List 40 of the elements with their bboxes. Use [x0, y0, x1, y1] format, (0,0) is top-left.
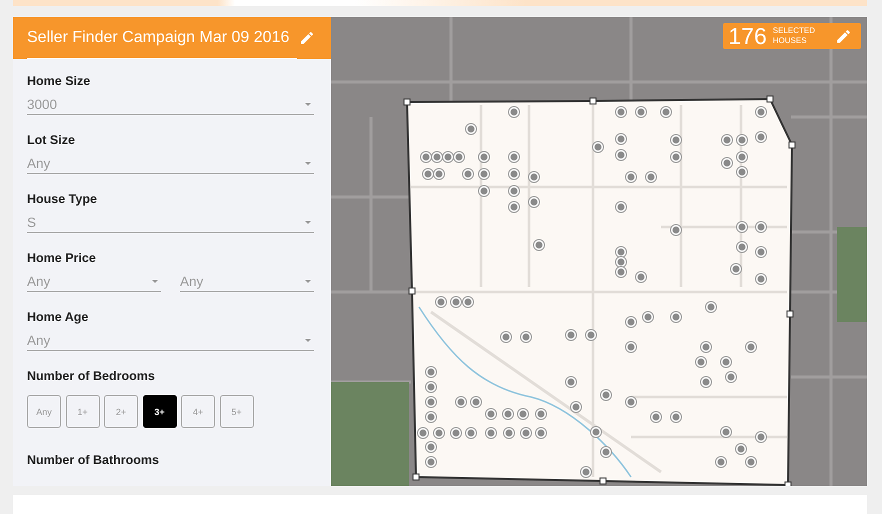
vertex-handle[interactable]	[788, 142, 796, 148]
option-button[interactable]: 4+	[181, 395, 215, 428]
field-label: Home Price	[27, 250, 97, 267]
dropdown-field[interactable]: S	[27, 212, 314, 233]
vertex-handle[interactable]	[412, 474, 420, 480]
option-button[interactable]: Any	[27, 395, 61, 428]
caret-icon	[305, 338, 311, 342]
option-button[interactable]: 5+	[220, 395, 254, 428]
vertex-handle[interactable]	[408, 288, 416, 294]
vertex-handle[interactable]	[786, 310, 794, 318]
dropdown-field[interactable]: 3000	[27, 94, 314, 115]
field-label: Number of Bathrooms	[27, 452, 160, 469]
vertex-handle[interactable]	[784, 482, 792, 486]
pencil-icon[interactable]	[299, 30, 315, 46]
selected-caption: SELECTED HOUSES	[772, 26, 815, 46]
caret-icon	[305, 102, 311, 106]
field-label: Home Size	[27, 73, 92, 90]
field-label: Number of Bedrooms	[27, 368, 156, 385]
dropdown-field[interactable]: Any	[27, 330, 314, 351]
option-button[interactable]: 3+	[142, 395, 176, 428]
vertex-handle[interactable]	[766, 96, 774, 102]
option-button[interactable]: 2+	[104, 395, 138, 428]
field-label: Lot Size	[27, 132, 76, 149]
caret-icon	[152, 280, 158, 282]
vertex-handle[interactable]	[590, 98, 596, 104]
dropdown-field[interactable]: Any	[180, 271, 314, 292]
dropdown-field[interactable]: Any	[27, 271, 161, 292]
field-label: House Type	[27, 191, 98, 208]
title-field[interactable]: Seller Finder Campaign Mar 09 2016	[27, 17, 297, 59]
campaign-title: Seller Finder Campaign Mar 09 2016	[27, 28, 290, 46]
option-button[interactable]: 1+	[66, 395, 100, 428]
dropdown-field[interactable]: Any	[27, 153, 314, 174]
caret-icon	[305, 280, 311, 282]
selected-count: 176	[728, 23, 767, 49]
vertex-handle[interactable]	[600, 478, 606, 484]
caret-icon	[305, 162, 311, 164]
vertex-handle[interactable]	[404, 98, 410, 106]
caret-icon	[305, 220, 311, 224]
field-label: Home Age	[27, 309, 90, 326]
pencil-icon[interactable]	[835, 28, 852, 44]
